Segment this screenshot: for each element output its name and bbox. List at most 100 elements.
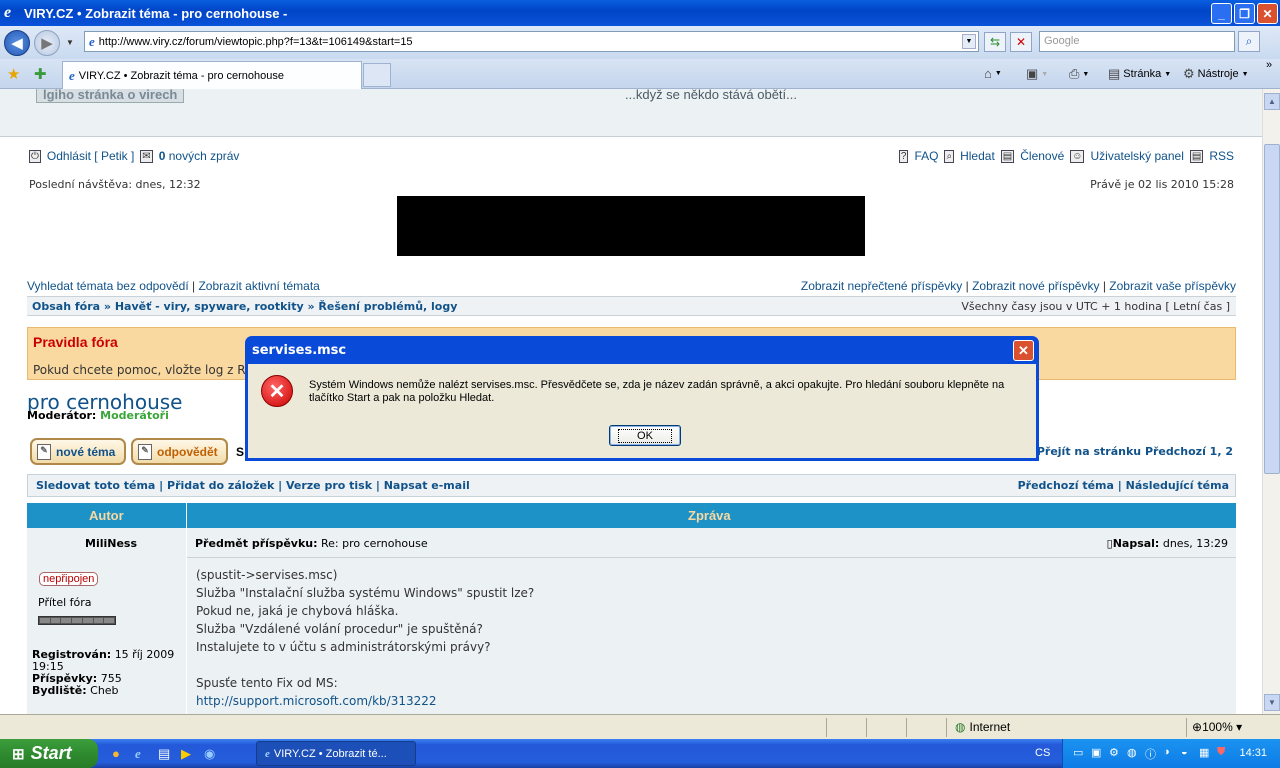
tray-icon-7[interactable]: ◒ [1181, 746, 1188, 758]
refresh-icon[interactable]: ⇆ [984, 32, 1006, 52]
quicklaunch-media-icon[interactable]: ▶ [181, 746, 191, 762]
new-messages-label: nových zpráv [168, 149, 240, 163]
stop-icon[interactable]: ✕ [1010, 32, 1032, 52]
logout-icon: ⏻ [29, 149, 41, 163]
post-row: MiliNess Předmět příspěvku: Re: pro cern… [27, 528, 1236, 714]
user-panel-link[interactable]: Uživatelský panel [1090, 149, 1183, 163]
post-line: Instalujete to v účtu s administrátorský… [196, 640, 491, 654]
email-topic-link[interactable]: Napsat e-mail [384, 479, 470, 492]
vertical-scrollbar[interactable]: ▲ ▼ [1262, 89, 1280, 714]
address-input[interactable]: e http://www.viry.cz/forum/viewtopic.php… [84, 31, 979, 52]
add-favorite-icon[interactable]: ✚ [34, 65, 47, 83]
moderator-link[interactable]: Moderátoři [100, 409, 169, 422]
logout-link[interactable]: Odhlásit [ Petik ] [47, 149, 134, 163]
print-view-link[interactable]: Verze pro tisk [286, 479, 372, 492]
quicklaunch-explorer-icon[interactable]: ▤ [158, 746, 170, 762]
members-link[interactable]: Členové [1020, 149, 1064, 163]
search-icon[interactable]: ⌕ [1238, 31, 1260, 52]
breadcrumb-item[interactable]: Obsah fóra [32, 300, 100, 313]
start-button[interactable]: ⊞ Start [0, 739, 98, 768]
new-topic-icon: ✎ [37, 444, 51, 460]
faq-link[interactable]: FAQ [914, 149, 938, 163]
new-tab-button[interactable] [363, 63, 391, 87]
search-links-left: Vyhledat témata bez odpovědí | Zobrazit … [27, 279, 320, 293]
feeds-button[interactable]: ▣ ▼ [1026, 66, 1048, 82]
forward-button[interactable]: ▶ [34, 29, 60, 56]
tray-icon-2[interactable]: ▣ [1091, 746, 1101, 759]
tray-icon-6[interactable]: ◑ [1163, 746, 1170, 758]
tray-shield-icon[interactable]: ⛊ [1217, 746, 1225, 759]
dialog-title-bar[interactable]: servises.msc [248, 336, 1036, 364]
history-dropdown-icon[interactable]: ▼ [66, 38, 74, 47]
site-logo[interactable]: lgiho stránka o virech [36, 89, 185, 103]
address-dropdown-icon[interactable]: ▼ [962, 34, 976, 49]
quicklaunch-app-icon[interactable]: ◉ [204, 746, 215, 762]
scroll-down-icon[interactable]: ▼ [1264, 694, 1280, 711]
quicklaunch-ie-icon[interactable]: e [135, 746, 141, 762]
your-posts-link[interactable]: Zobrazit vaše příspěvky [1109, 279, 1236, 293]
kb-link[interactable]: http://support.microsoft.com/kb/313222 [196, 694, 437, 708]
bookmark-link[interactable]: Přidat do záložek [167, 479, 274, 492]
col-message: Zpráva [688, 508, 731, 523]
chevron-more-icon[interactable]: » [1266, 59, 1272, 71]
tab-active[interactable]: e VIRY.CZ • Zobrazit téma - pro cernohou… [62, 61, 362, 89]
rss-link[interactable]: RSS [1209, 149, 1234, 163]
close-button[interactable]: ✕ [1257, 3, 1278, 24]
scroll-up-icon[interactable]: ▲ [1264, 93, 1280, 110]
post-author[interactable]: MiliNess [85, 537, 137, 550]
reply-button[interactable]: ✎ odpovědět [131, 438, 228, 465]
clock[interactable]: 14:31 [1239, 747, 1267, 759]
dialog-close-button[interactable]: ✕ [1013, 340, 1034, 361]
new-messages-count: 0 [158, 149, 166, 163]
home-button[interactable]: ⌂ ▼ [984, 66, 1002, 81]
favorites-star-icon[interactable]: ★ [7, 65, 20, 83]
back-button[interactable]: ◀ [4, 29, 30, 56]
search-input[interactable]: Google [1039, 31, 1235, 52]
minimize-button[interactable]: _ [1211, 3, 1232, 24]
unanswered-link[interactable]: Vyhledat témata bez odpovědí [27, 279, 189, 293]
breadcrumb-item[interactable]: Havěť - viry, spyware, rootkity [115, 300, 304, 313]
scroll-thumb[interactable] [1264, 144, 1280, 474]
members-icon: ▤ [1000, 149, 1015, 163]
new-topic-button[interactable]: ✎ nové téma [30, 438, 126, 465]
ad-banner[interactable] [397, 196, 865, 256]
new-messages-link[interactable]: 0 nových zpráv [159, 149, 240, 163]
watch-topic-link[interactable]: Sledovat toto téma [36, 479, 155, 492]
user-panel-icon: ☺ [1070, 149, 1085, 163]
page-menu[interactable]: ▤ Stránka ▼ [1108, 66, 1171, 82]
ok-label: OK [618, 428, 672, 443]
topic-nav-links[interactable]: Předchozí téma | Následující téma [1018, 479, 1229, 492]
tools-menu-label: Nástroje [1197, 68, 1239, 80]
window-title-bar[interactable]: e VIRY.CZ • Zobrazit téma - pro cernohou… [0, 0, 1280, 26]
posted-value: dnes, 13:29 [1162, 537, 1228, 550]
site-header: lgiho stránka o virech ...když se někdo … [0, 89, 1262, 137]
post-line: Služba "Instalační služba systému Window… [196, 586, 535, 600]
subject-value: Re: pro cernohouse [321, 537, 428, 550]
unread-posts-link[interactable]: Zobrazit nepřečtené příspěvky [801, 279, 962, 293]
maximize-button[interactable]: ❐ [1234, 3, 1255, 24]
tray-icon-5[interactable]: ⓘ [1145, 746, 1156, 762]
ok-button[interactable]: OK [609, 425, 681, 446]
tray-icon-3[interactable]: ⚙ [1109, 746, 1119, 759]
tray-icon-8[interactable]: ▦ [1199, 746, 1209, 759]
pagination[interactable]: Přejít na stránku Předchozí 1, 2 [1037, 445, 1233, 458]
print-button[interactable]: ⎙ ▼ [1069, 66, 1089, 82]
tray-icon-1[interactable]: ▭ [1073, 746, 1083, 759]
tools-menu[interactable]: ⚙ Nástroje ▼ [1183, 66, 1249, 82]
post-line [196, 656, 534, 674]
taskbar-item-ie[interactable]: e VIRY.CZ • Zobrazit té... [256, 741, 416, 766]
breadcrumb-item[interactable]: Řešení problémů, logy [318, 300, 457, 313]
zoom-control[interactable]: ⊕100% ▾ [1192, 720, 1242, 734]
posted-label: Napsal: [1112, 537, 1160, 550]
search-link[interactable]: Hledat [960, 149, 995, 163]
security-zone[interactable]: ◍ Internet [955, 720, 1010, 734]
tray-icon-4[interactable]: ◍ [1127, 746, 1137, 759]
language-indicator[interactable]: CS [1035, 747, 1050, 759]
new-posts-link[interactable]: Zobrazit nové příspěvky [972, 279, 1099, 293]
user-links: ⏻ Odhlásit [ Petik ] ✉ 0 nových zpráv [29, 149, 239, 163]
location-label: Bydliště: [32, 684, 87, 697]
quicklaunch-firefox-icon[interactable]: ● [112, 746, 120, 761]
system-tray: ▭ ▣ ⚙ ◍ ⓘ ◑ ◒ ▦ ⛊ 14:31 [1062, 739, 1280, 768]
user-rank: Přítel fóra [38, 596, 92, 609]
active-topics-link[interactable]: Zobrazit aktivní témata [198, 279, 319, 293]
